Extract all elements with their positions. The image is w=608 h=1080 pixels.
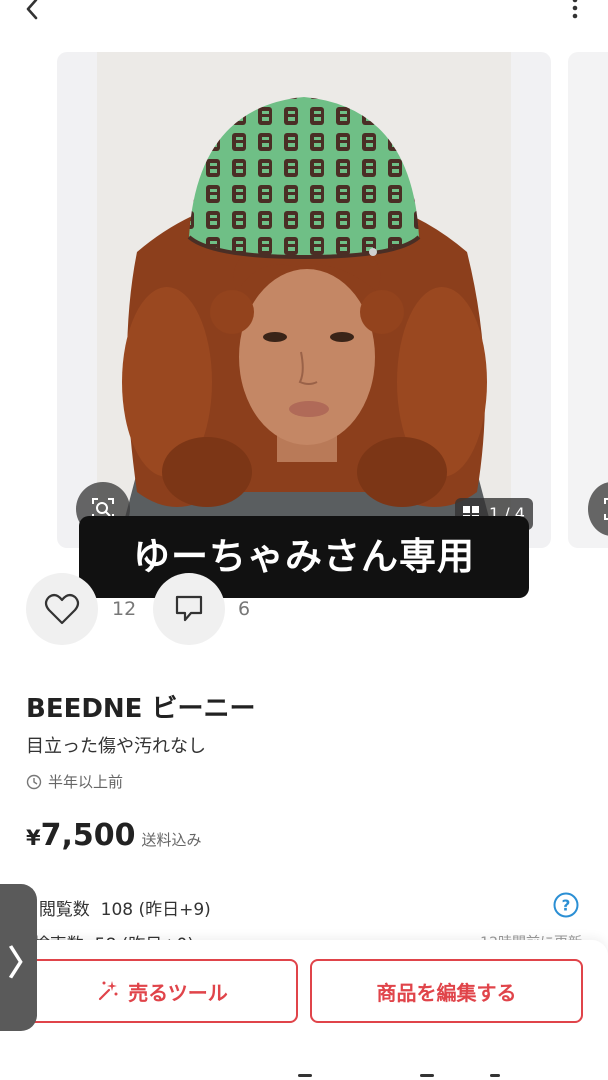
- posted-time-text: 半年以上前: [48, 773, 124, 791]
- sell-tool-button[interactable]: 売るツール: [26, 959, 298, 1023]
- reserved-for-label: ゆーちゃみさん専用: [79, 516, 529, 598]
- chevron-right-icon: 〉: [8, 944, 42, 984]
- shipping-included: 送料込み: [141, 831, 202, 849]
- product-image-slide[interactable]: [57, 52, 551, 548]
- product-photo: [97, 52, 511, 548]
- next-image-slide[interactable]: [568, 52, 608, 548]
- comment-button[interactable]: [153, 573, 225, 645]
- help-icon[interactable]: ?: [553, 892, 579, 918]
- sell-tool-label: 売るツール: [128, 980, 228, 1005]
- side-drawer-handle[interactable]: 〉: [0, 884, 42, 1031]
- views-stat[interactable]: ›閲覧数 108 (昨日+9): [26, 895, 211, 920]
- clock-icon: [26, 774, 42, 790]
- views-value: 108 (昨日+9): [100, 900, 211, 920]
- product-title: BEEDNE ビーニー: [26, 694, 256, 724]
- top-bar: [0, 0, 608, 40]
- bottom-action-bar: 売るツール 商品を編集する: [0, 940, 608, 1080]
- price-symbol: ¥: [26, 826, 41, 850]
- like-button[interactable]: [26, 573, 98, 645]
- next-image-button[interactable]: [588, 482, 608, 536]
- chevron-left-icon[interactable]: [18, 0, 48, 24]
- sparkle-wand-icon: [99, 981, 118, 1001]
- comment-icon: [175, 595, 203, 622]
- views-label: 閲覧数: [38, 900, 90, 920]
- price: ¥7,500 送料込み: [26, 818, 202, 853]
- edit-item-label: 商品を編集する: [376, 980, 517, 1005]
- comment-count: 6: [238, 598, 251, 620]
- posted-time: 半年以上前: [26, 771, 123, 792]
- heart-icon: [44, 593, 80, 625]
- edit-item-button[interactable]: 商品を編集する: [310, 959, 583, 1023]
- image-carousel[interactable]: [0, 52, 608, 548]
- tab-bar-icons-cutoff: [290, 1074, 510, 1080]
- vertical-dots-icon[interactable]: [570, 0, 580, 20]
- product-condition: 目立った傷や汚れなし: [26, 736, 206, 757]
- svg-text:?: ?: [562, 897, 571, 915]
- price-amount: 7,500: [40, 818, 136, 853]
- image-search-icon: [604, 498, 608, 520]
- like-count: 12: [112, 598, 137, 620]
